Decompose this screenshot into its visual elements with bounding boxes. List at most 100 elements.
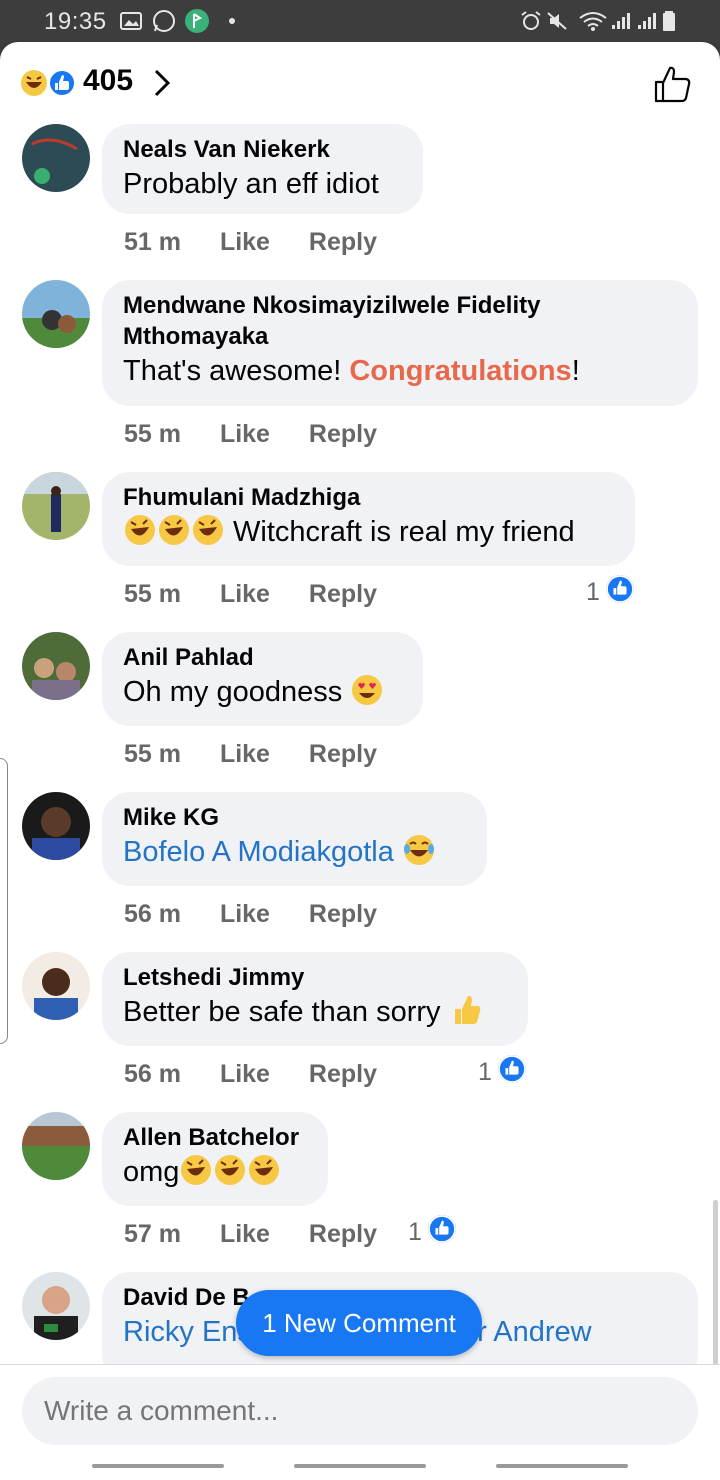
battery-icon xyxy=(663,11,675,31)
thumbs-up-emoji-icon xyxy=(454,995,480,1024)
like-thumb-icon[interactable] xyxy=(652,64,692,104)
alarm-icon xyxy=(521,11,541,30)
comment-text: That's awesome! Congratulations! xyxy=(123,352,676,390)
chevron-right-icon[interactable] xyxy=(152,68,172,98)
reply-button[interactable]: Reply xyxy=(309,420,377,448)
like-button[interactable]: Like xyxy=(220,1220,270,1248)
comment-text-part: omg xyxy=(123,1156,180,1188)
comment-author[interactable]: Mike KG xyxy=(123,802,465,833)
comment-author[interactable]: Allen Batchelor xyxy=(123,1122,306,1153)
like-icon xyxy=(428,1215,456,1243)
nav-handle[interactable] xyxy=(496,1464,628,1468)
comment-like-count[interactable]: 1 xyxy=(408,1218,422,1247)
rolling-laughing-emoji-icon xyxy=(249,1155,280,1185)
avatar[interactable] xyxy=(22,952,90,1020)
reaction-icons xyxy=(21,69,76,97)
comment-author[interactable]: Mendwane Nkosimayizilwele Fidelity xyxy=(123,290,676,321)
comment-time: 55 m xyxy=(124,420,181,448)
reactions-header[interactable]: 405 xyxy=(0,42,720,124)
reply-button[interactable]: Reply xyxy=(309,740,377,768)
comment-author[interactable]: Anil Pahlad xyxy=(123,642,401,673)
signal-icon xyxy=(638,13,656,29)
wifi-icon xyxy=(579,12,607,31)
comment-time: 55 m xyxy=(124,740,181,768)
app-icon xyxy=(185,9,209,33)
comments-sheet: 405 Neals Van Niekerk Probably an eff id… xyxy=(0,42,720,1480)
reply-button[interactable]: Reply xyxy=(309,580,377,608)
comment-bubble[interactable]: Fhumulani Madzhiga Witchcraft is real my… xyxy=(102,472,635,566)
like-button[interactable]: Like xyxy=(220,1060,270,1088)
like-icon xyxy=(498,1055,526,1083)
avatar[interactable] xyxy=(22,124,90,192)
scrollbar[interactable] xyxy=(713,1200,718,1370)
heart-eyes-emoji-icon xyxy=(352,675,383,705)
comment-bubble[interactable]: Letshedi Jimmy Better be safe than sorry xyxy=(102,952,528,1046)
comment-author-continued[interactable]: Mthomayaka xyxy=(123,321,676,352)
gallery-icon xyxy=(120,12,142,30)
like-button[interactable]: Like xyxy=(220,420,270,448)
like-icon xyxy=(48,69,76,97)
gesture-nav-bar xyxy=(0,1454,720,1480)
nav-handle[interactable] xyxy=(294,1464,426,1468)
comment-bubble[interactable]: Mendwane Nkosimayizilwele Fidelity Mthom… xyxy=(102,280,698,406)
comment-time: 51 m xyxy=(124,228,181,256)
comment-time: 55 m xyxy=(124,580,181,608)
comment-actions: 51 m Like Reply xyxy=(124,228,409,257)
signal-icon xyxy=(612,13,630,29)
comment-text-part: Oh my goodness xyxy=(123,676,351,708)
avatar[interactable] xyxy=(22,1112,90,1180)
mute-icon xyxy=(547,12,567,30)
rolling-laughing-emoji-icon xyxy=(159,515,189,545)
whatsapp-icon xyxy=(153,10,175,32)
comment-bubble[interactable]: Allen Batchelor omg xyxy=(102,1112,328,1206)
tagged-user-link[interactable]: Bofelo A Modiakgotla xyxy=(123,836,402,868)
comment-bubble[interactable]: Mike KG Bofelo A Modiakgotla xyxy=(102,792,487,886)
status-time: 19:35 xyxy=(44,8,107,35)
comment-time: 56 m xyxy=(124,900,181,928)
comment-time: 57 m xyxy=(124,1220,181,1248)
new-comment-button[interactable]: 1 New Comment xyxy=(236,1290,482,1356)
comment-input[interactable] xyxy=(22,1377,698,1445)
dot-icon xyxy=(229,18,235,24)
comment-actions: 55 m Like Reply xyxy=(124,740,409,769)
like-button[interactable]: Like xyxy=(220,580,270,608)
like-button[interactable]: Like xyxy=(220,228,270,256)
nav-handle[interactable] xyxy=(92,1464,224,1468)
highlighted-word: Congratulations xyxy=(349,355,572,387)
avatar[interactable] xyxy=(22,472,90,540)
rolling-laughing-emoji-icon xyxy=(181,1155,212,1185)
comment-author[interactable]: Neals Van Niekerk xyxy=(123,134,401,165)
like-icon xyxy=(606,575,634,603)
reply-button[interactable]: Reply xyxy=(309,900,377,928)
comment-text-part: Better be safe than sorry xyxy=(123,996,449,1028)
comment-bubble[interactable]: Neals Van Niekerk Probably an eff idiot xyxy=(102,124,423,214)
avatar[interactable] xyxy=(22,792,90,860)
reply-button[interactable]: Reply xyxy=(309,228,377,256)
tagged-user-link[interactable]: Ricky Ens xyxy=(123,1316,252,1348)
reaction-count: 405 xyxy=(83,64,134,97)
reply-button[interactable]: Reply xyxy=(309,1060,377,1088)
reply-button[interactable]: Reply xyxy=(309,1220,377,1248)
comment-actions: 55 m Like Reply xyxy=(124,420,409,449)
like-button[interactable]: Like xyxy=(220,740,270,768)
comment-text: Oh my goodness xyxy=(123,673,401,711)
avatar[interactable] xyxy=(22,1272,90,1340)
avatar[interactable] xyxy=(22,632,90,700)
rolling-laughing-emoji-icon xyxy=(193,515,223,545)
comment-bubble[interactable]: Anil Pahlad Oh my goodness xyxy=(102,632,423,726)
haha-icon xyxy=(21,70,47,96)
comment-text: Probably an eff idiot xyxy=(123,168,379,200)
comment-text: Bofelo A Modiakgotla xyxy=(123,833,465,871)
comment-like-count[interactable]: 1 xyxy=(586,578,600,607)
comment-author[interactable]: Letshedi Jimmy xyxy=(123,962,506,993)
edge-panel-handle[interactable] xyxy=(0,758,8,1044)
comment-actions: 57 m Like Reply xyxy=(124,1220,409,1249)
comment-author[interactable]: Fhumulani Madzhiga xyxy=(123,482,613,513)
like-button[interactable]: Like xyxy=(220,900,270,928)
comment-text-part: Witchcraft is real my friend xyxy=(225,516,575,548)
avatar[interactable] xyxy=(22,280,90,348)
rolling-laughing-emoji-icon xyxy=(125,515,155,545)
comment-actions: 56 m Like Reply xyxy=(124,1060,409,1089)
tears-of-joy-emoji-icon xyxy=(403,835,434,865)
comment-like-count[interactable]: 1 xyxy=(478,1058,492,1087)
